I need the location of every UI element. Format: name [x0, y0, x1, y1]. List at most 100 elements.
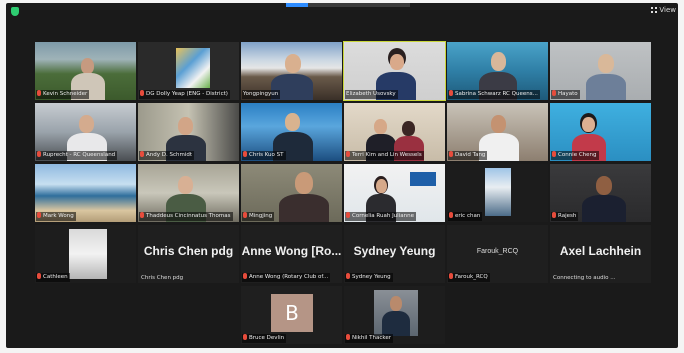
participant-head [295, 172, 313, 194]
participant-name: Andy D. Schmidt [139, 151, 195, 160]
participant-name: DG Dolly Yeap (ENG - District) [139, 90, 230, 99]
participant-head [374, 119, 387, 134]
view-button-label: View [659, 6, 676, 14]
participant-head [390, 54, 404, 70]
participant-name: David Tang [448, 151, 488, 160]
zoom-window: View Kevin Schneider DG Dolly Yeap (ENG … [6, 3, 678, 348]
participant-tile[interactable]: Farouk_RCQ Farouk_RCQ [447, 225, 548, 283]
participant-tile[interactable]: Anne Wong [Ro... Anne Wong (Rotary Club … [241, 225, 342, 283]
muted-mic-icon [37, 212, 41, 218]
participant-tile[interactable]: Axel Lachhein Connecting to audio ... [550, 225, 651, 283]
top-bar: View [6, 3, 678, 21]
participant-tile[interactable]: David Tang [447, 103, 548, 161]
muted-mic-icon [243, 334, 247, 340]
avatar: B [271, 294, 313, 332]
participant-name: Mark Wong [36, 212, 76, 221]
participant-name: Connie Cheng [551, 151, 599, 160]
participant-tile[interactable]: Kevin Schneider [35, 42, 136, 100]
participant-tile[interactable]: Andy D. Schmidt [138, 103, 239, 161]
participant-status: Connecting to audio ... [553, 275, 616, 281]
participant-tile[interactable]: Mingjing [241, 164, 342, 222]
participant-tile[interactable]: Mark Wong [35, 164, 136, 222]
muted-mic-icon [243, 212, 247, 218]
muted-mic-icon [346, 273, 350, 279]
participant-head [596, 176, 612, 195]
muted-mic-icon [449, 273, 453, 279]
muted-mic-icon [346, 151, 350, 157]
grid-view-icon [651, 7, 658, 13]
participant-tile[interactable]: Thaddeus Cincinnatus Thomas [138, 164, 239, 222]
participant-tile[interactable]: Connie Cheng [550, 103, 651, 161]
participant-name: Yongpingyun [242, 90, 281, 99]
participant-name: Terri Kim and Lin Wessels [345, 151, 424, 160]
participant-tile[interactable]: Yongpingyun [241, 42, 342, 100]
participant-tile[interactable]: Terri Kim and Lin Wessels [344, 103, 445, 161]
muted-mic-icon [449, 90, 453, 96]
speaker-view-strip[interactable] [286, 3, 410, 7]
participant-display-name: Sydney Yeung [353, 244, 436, 258]
muted-mic-icon [37, 273, 41, 279]
muted-mic-icon [552, 151, 556, 157]
room-view-image [69, 229, 107, 279]
participant-tile[interactable]: Sydney Yeung Sydney Yeung [344, 225, 445, 283]
participant-shirt [382, 311, 410, 336]
participant-name: Kevin Schneider [36, 90, 90, 99]
participant-tile[interactable]: Cathleen [35, 225, 136, 283]
participant-tile[interactable]: eric chan [447, 164, 548, 222]
participant-head [376, 179, 387, 193]
muted-mic-icon [552, 90, 556, 96]
security-shield-icon[interactable] [11, 7, 19, 16]
participant-shirt [586, 74, 626, 100]
muted-mic-icon [140, 90, 144, 96]
muted-mic-icon [449, 212, 453, 218]
participant-head [402, 121, 415, 136]
participant-name: Cornelia Ruah Julianne [345, 212, 416, 221]
participant-name: Anne Wong (Rotary Club of... [242, 273, 331, 282]
participant-head [79, 115, 94, 133]
participant-tile[interactable]: Cornelia Ruah Julianne [344, 164, 445, 222]
participant-tile[interactable]: Hayato [550, 42, 651, 100]
participant-name: Thaddeus Cincinnatus Thomas [139, 212, 233, 221]
participant-tile[interactable]: Nikhil Thacker [344, 286, 445, 344]
participant-name: eric chan [448, 212, 483, 221]
participant-name: Hayato [551, 90, 580, 99]
participant-head [598, 54, 614, 73]
participant-display-name: Chris Chen pdg [143, 244, 234, 258]
participant-tile[interactable]: DG Dolly Yeap (ENG - District) [138, 42, 239, 100]
view-button[interactable]: View [651, 6, 676, 14]
participant-name: Bruce Devlin [242, 334, 287, 343]
district-logo-image [176, 48, 210, 88]
participant-name: Chris Chen pdg [141, 275, 184, 281]
participant-name: Mingjing [242, 212, 275, 221]
participant-head [491, 52, 506, 71]
participant-head [491, 115, 506, 133]
participant-name: Chris Kuo ST [242, 151, 286, 160]
muted-mic-icon [552, 212, 556, 218]
participant-tile[interactable]: Ruprecht - RC Queensland [35, 103, 136, 161]
participant-name: Nikhil Thacker [345, 334, 393, 343]
participant-tile[interactable]: Chris Chen pdg Chris Chen pdg [138, 225, 239, 283]
participant-head [285, 54, 301, 73]
participant-head [178, 176, 193, 194]
participant-head [178, 117, 193, 135]
participant-tile-active-speaker[interactable]: Elizabeth Usovsky [343, 41, 446, 101]
participant-name: Sydney Yeung [345, 273, 393, 282]
participant-name: Ruprecht - RC Queensland [36, 151, 118, 160]
window-view-image [485, 168, 511, 216]
muted-mic-icon [243, 273, 247, 279]
participant-shirt [279, 194, 329, 222]
participant-head [390, 296, 402, 311]
participant-tile[interactable]: B Bruce Devlin [241, 286, 342, 344]
participant-shirt [582, 195, 626, 222]
participant-head [81, 58, 94, 74]
participant-display-name: Axel Lachhein [559, 244, 642, 258]
participant-name: Sabrina Schwarz RC Queens... [448, 90, 540, 99]
muted-mic-icon [346, 212, 350, 218]
participant-display-name: Anne Wong [Ro... [241, 244, 342, 258]
rotary-banner-image [410, 172, 436, 186]
participant-tile[interactable]: Rajesh [550, 164, 651, 222]
participant-tile[interactable]: Sabrina Schwarz RC Queens... [447, 42, 548, 100]
muted-mic-icon [37, 151, 41, 157]
muted-mic-icon [37, 90, 41, 96]
participant-tile[interactable]: Chris Kuo ST [241, 103, 342, 161]
